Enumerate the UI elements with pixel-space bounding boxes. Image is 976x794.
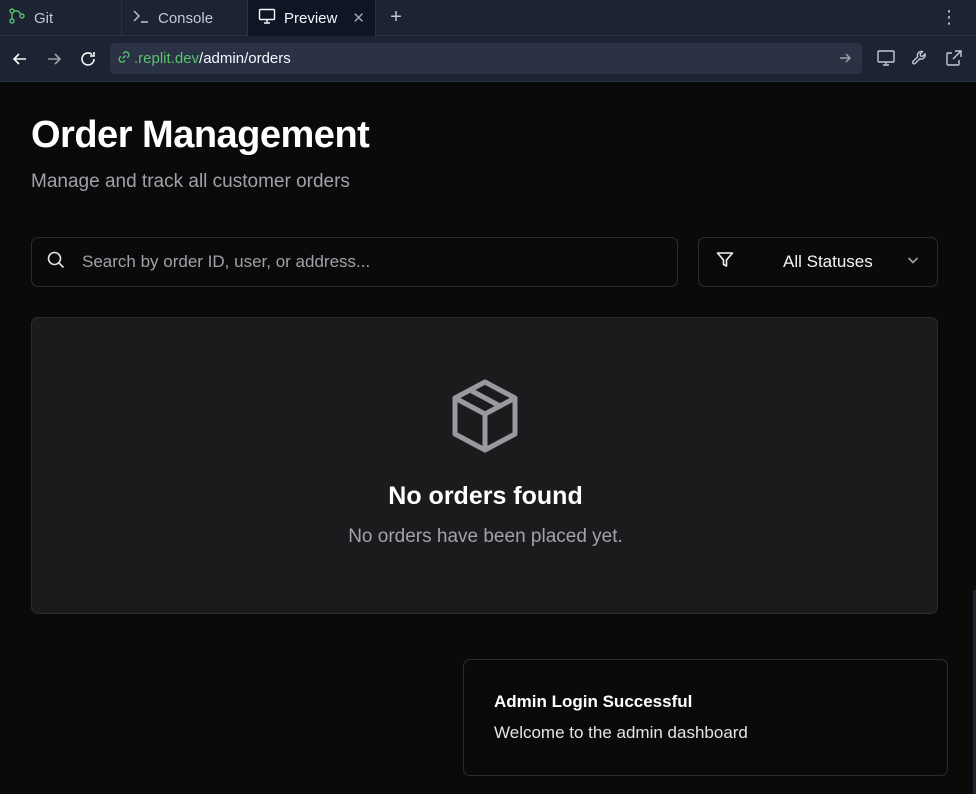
toast-notification[interactable]: Admin Login Successful Welcome to the ad…	[463, 659, 948, 776]
preview-tools	[876, 48, 964, 73]
arrow-left-icon	[12, 52, 26, 65]
tab-git-label: Git	[34, 9, 54, 27]
open-new-window-icon[interactable]	[944, 48, 964, 73]
package-icon	[450, 378, 520, 459]
go-arrow-icon[interactable]	[838, 51, 852, 69]
status-filter-value: All Statuses	[783, 252, 873, 271]
status-filter-select[interactable]: All Statuses	[698, 237, 938, 287]
terminal-icon	[132, 7, 150, 29]
page-subtitle: Manage and track all customer orders	[31, 171, 350, 192]
tab-console[interactable]: Console	[122, 0, 248, 36]
empty-state-description: No orders have been placed yet.	[348, 526, 623, 547]
tab-git[interactable]: Git	[0, 0, 122, 36]
tab-console-label: Console	[158, 9, 214, 27]
device-preview-icon[interactable]	[876, 48, 896, 73]
search-input[interactable]	[82, 252, 642, 272]
toast-description: Welcome to the admin dashboard	[494, 723, 748, 742]
url-path: /admin/orders	[199, 50, 291, 67]
url-host: .replit.dev	[134, 50, 200, 67]
filter-icon	[715, 250, 735, 275]
page-title: Order Management	[31, 114, 370, 156]
close-tab-icon[interactable]: ✕	[352, 9, 365, 27]
forward-button[interactable]	[37, 42, 71, 76]
git-branch-icon	[8, 7, 26, 29]
toast-title: Admin Login Successful	[494, 692, 693, 711]
reload-button[interactable]	[71, 42, 105, 76]
chevron-down-icon	[905, 252, 921, 273]
search-icon	[46, 250, 66, 275]
arrow-right-icon	[48, 52, 62, 65]
more-options-icon[interactable]: ⋮	[940, 8, 958, 26]
empty-state-card: No orders found No orders have been plac…	[31, 317, 938, 614]
new-tab-button[interactable]: +	[376, 0, 416, 35]
workspace-tab-bar: Git Console Preview ✕ + ⋮	[0, 0, 976, 36]
reload-icon	[81, 51, 95, 66]
back-button[interactable]	[3, 42, 37, 76]
tab-preview[interactable]: Preview ✕	[248, 0, 376, 36]
link-icon	[116, 49, 132, 69]
orders-page: Order Management Manage and track all cu…	[0, 82, 966, 794]
tab-preview-label: Preview	[284, 9, 338, 27]
empty-state-title: No orders found	[388, 482, 583, 510]
search-box[interactable]	[31, 237, 678, 287]
wrench-icon[interactable]	[910, 48, 930, 73]
monitor-icon	[258, 7, 276, 29]
preview-address-bar: .replit.dev/admin/orders	[0, 36, 976, 82]
url-field[interactable]: .replit.dev/admin/orders	[110, 43, 862, 74]
